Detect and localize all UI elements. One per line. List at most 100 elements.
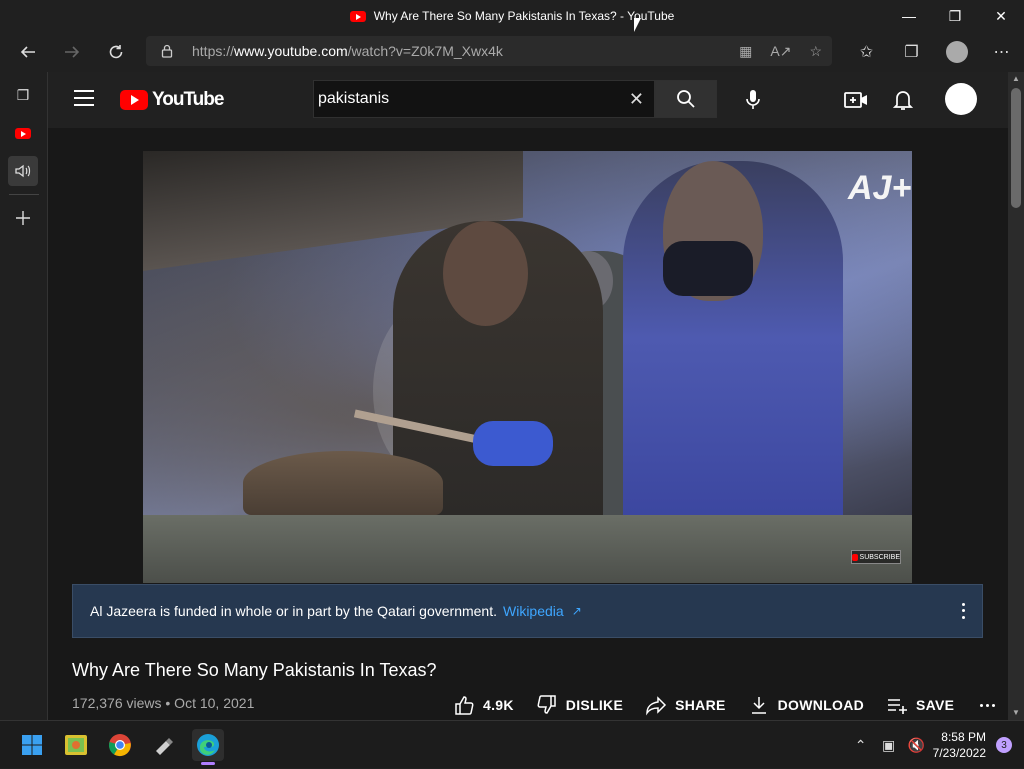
playlist-add-icon [888, 699, 908, 714]
address-bar-icons: ▦ A↗ ☆ [739, 36, 822, 66]
app-available-icon[interactable]: ▦ [739, 43, 752, 60]
settings-more-icon[interactable]: ⋯ [979, 32, 1024, 72]
video-frame: AJ+ [143, 151, 912, 521]
funding-notice-text: Al Jazeera is funded in whole or in part… [90, 603, 497, 619]
external-link-icon: ↗ [571, 604, 582, 618]
notice-more-button[interactable] [958, 601, 968, 621]
window-controls: — ❐ ✕ [886, 0, 1024, 32]
youtube-logo-icon [120, 90, 148, 110]
read-aloud-icon[interactable]: A↗ [770, 43, 791, 60]
funding-notice: Al Jazeera is funded in whole or in part… [72, 584, 983, 638]
video-actions: 4.9K DISLIKE SHARE DOWNLOAD SAVE [453, 692, 996, 718]
back-button[interactable] [8, 34, 48, 70]
sidebar-divider [9, 194, 39, 195]
person-graphic [623, 161, 843, 515]
video-title: Why Are There So Many Pakistanis In Texa… [72, 660, 437, 680]
voice-search-button[interactable] [735, 82, 771, 118]
account-avatar[interactable] [945, 83, 977, 115]
share-button[interactable]: SHARE [645, 694, 726, 716]
search-input[interactable] [314, 90, 614, 108]
youtube-logo-text: YouTube [152, 89, 224, 110]
share-icon [646, 696, 667, 716]
more-actions-button[interactable] [980, 703, 996, 707]
arrow-left-icon [20, 46, 35, 58]
sidebar-tab-youtube[interactable] [8, 118, 38, 148]
chevron-up-icon[interactable]: ⌃ [849, 733, 873, 757]
youtube-header: YouTube ✕ [48, 72, 1008, 128]
taskbar-app-usb[interactable] [148, 729, 180, 761]
system-tray: ⌃ ▣ 🔇 8:58 PM 7/23/2022 3 [849, 721, 1024, 769]
video-lower-frame [143, 515, 912, 583]
scroll-down-icon[interactable]: ▼ [1008, 706, 1024, 720]
video-plus-icon [844, 92, 867, 108]
vertical-tabs-sidebar: ❐ [0, 72, 48, 720]
notification-badge[interactable]: 3 [996, 737, 1012, 753]
volume-muted-icon[interactable]: 🔇 [905, 733, 929, 757]
download-label: DOWNLOAD [777, 697, 865, 713]
notifications-button[interactable] [889, 86, 917, 114]
url-scheme: https:// [192, 43, 235, 59]
save-button[interactable]: SAVE [886, 694, 954, 716]
taskbar-app-chrome[interactable] [104, 729, 136, 761]
taskbar-app-edge[interactable] [192, 729, 224, 765]
channel-watermark: AJ+ [848, 169, 912, 207]
restore-button[interactable]: ❐ [932, 0, 978, 32]
scrollbar-thumb[interactable] [1011, 88, 1021, 208]
dislike-button[interactable]: DISLIKE [536, 694, 623, 716]
close-button[interactable]: ✕ [978, 0, 1024, 32]
forward-button[interactable] [52, 34, 92, 70]
mouse-cursor-icon [634, 18, 641, 32]
tab-actions-icon[interactable]: ❐ [8, 80, 38, 110]
collections-icon[interactable]: ❐ [889, 32, 934, 72]
pot-graphic [243, 451, 443, 515]
window-title-text: Why Are There So Many Pakistanis In Texa… [373, 9, 675, 23]
clear-search-icon[interactable]: ✕ [629, 89, 644, 110]
search-button[interactable] [655, 80, 717, 118]
refresh-button[interactable] [96, 34, 136, 70]
dislike-label: DISLIKE [565, 697, 624, 713]
bell-icon [893, 91, 913, 110]
save-label: SAVE [916, 697, 955, 713]
window-title: Why Are There So Many Pakistanis In Texa… [349, 9, 675, 23]
system-clock[interactable]: 8:58 PM 7/23/2022 [933, 729, 986, 761]
like-count: 4.9K [483, 697, 514, 713]
search-icon [677, 90, 695, 108]
youtube-subscribe-icon [852, 553, 858, 561]
download-icon [751, 697, 766, 714]
url-host: www.youtube.com [234, 43, 348, 59]
download-button[interactable]: DOWNLOAD [748, 694, 864, 716]
minimize-button[interactable]: — [886, 0, 932, 32]
youtube-logo[interactable]: YouTube [120, 89, 224, 111]
youtube-favicon-icon [349, 10, 366, 22]
refresh-icon [109, 45, 123, 59]
profile-button[interactable] [934, 32, 979, 72]
address-bar[interactable]: https:// www.youtube.com /watch?v=Z0k7M_… [146, 36, 832, 66]
like-button[interactable]: 4.9K [453, 694, 514, 716]
thumbs-up-icon [455, 696, 474, 715]
youtube-tab-icon [15, 127, 31, 139]
start-button[interactable] [16, 729, 48, 761]
scroll-up-icon[interactable]: ▲ [1008, 72, 1024, 86]
chrome-icon [108, 734, 131, 757]
add-favorite-icon[interactable]: ☆ [809, 43, 822, 60]
wikipedia-link[interactable]: Wikipedia [503, 603, 564, 619]
lock-icon [161, 44, 173, 58]
subscribe-watermark-button[interactable]: SUBSCRIBE [851, 550, 901, 564]
photos-app-icon [65, 735, 87, 755]
video-player[interactable]: AJ+ SUBSCRIBE [143, 151, 912, 583]
page-scrollbar[interactable]: ▲ ▼ [1008, 72, 1024, 720]
favorites-icon[interactable]: ✩ [844, 32, 889, 72]
create-button[interactable] [842, 86, 870, 114]
thumbs-down-icon [537, 695, 556, 714]
search-box: ✕ [313, 80, 655, 118]
clock-time: 8:58 PM [941, 730, 986, 744]
mic-icon [746, 90, 760, 109]
plus-icon [16, 211, 30, 225]
new-tab-button[interactable] [8, 203, 38, 233]
network-icon[interactable]: ▣ [877, 733, 901, 757]
menu-icon[interactable] [74, 90, 94, 106]
subscribe-watermark-label: SUBSCRIBE [859, 553, 900, 561]
clock-date: 7/23/2022 [932, 746, 986, 760]
taskbar-app-photos[interactable] [60, 729, 92, 761]
sidebar-tab-audio[interactable] [8, 156, 38, 186]
